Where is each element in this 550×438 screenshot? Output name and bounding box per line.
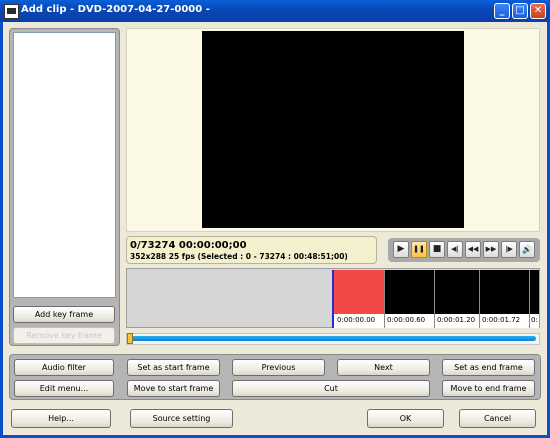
- next-button[interactable]: Next: [337, 359, 430, 376]
- key-frame-list[interactable]: [13, 32, 116, 298]
- timeline-timestamp: 0:00:00.60: [387, 316, 426, 324]
- timeline-timestamp: 0:00:01.20: [437, 316, 476, 324]
- source-setting-button[interactable]: Source setting: [130, 409, 233, 428]
- timeline-thumbnail-selected[interactable]: [334, 270, 384, 314]
- previous-frame-icon[interactable]: ◀|: [447, 241, 463, 258]
- fast-forward-icon[interactable]: ▶▶: [483, 241, 499, 258]
- timeline-divider: [434, 270, 435, 328]
- timeline-timestamp: 0:: [531, 316, 538, 324]
- timeline-thumbnail[interactable]: [530, 270, 539, 314]
- set-start-frame-button[interactable]: Set as start frame: [127, 359, 220, 376]
- timeline-timestamp: 0:00:00.00: [337, 316, 376, 324]
- maximize-button[interactable]: □: [512, 3, 528, 19]
- timeline-divider: [479, 270, 480, 328]
- minimize-button[interactable]: _: [494, 3, 510, 19]
- slider-thumb[interactable]: [127, 333, 133, 344]
- slider-fill: [130, 336, 536, 341]
- title-bar: Add clip - DVD-2007-04-27-0000 - _ □ ✕: [0, 0, 550, 22]
- edit-menu-button[interactable]: Edit menu...: [14, 380, 114, 397]
- app-icon: [4, 4, 19, 19]
- audio-filter-button[interactable]: Audio filter: [14, 359, 114, 376]
- timeline-divider: [384, 270, 385, 328]
- timeline-divider: [529, 270, 530, 328]
- clip-details: 352x288 25 fps (Selected : 0 - 73274 : 0…: [130, 252, 348, 261]
- rewind-icon[interactable]: ◀◀: [465, 241, 481, 258]
- move-to-end-frame-button[interactable]: Move to end frame: [442, 380, 535, 397]
- move-to-start-frame-button[interactable]: Move to start frame: [127, 380, 220, 397]
- previous-button[interactable]: Previous: [232, 359, 325, 376]
- set-end-frame-button[interactable]: Set as end frame: [442, 359, 535, 376]
- timeline-cursor[interactable]: [332, 270, 334, 328]
- cancel-button[interactable]: Cancel: [459, 409, 536, 428]
- remove-key-frame-button[interactable]: Remove key frame: [13, 327, 115, 344]
- timeline-timestamp: 0:00:01.72: [482, 316, 521, 324]
- video-preview: [202, 31, 464, 228]
- stop-icon[interactable]: ■: [429, 241, 445, 258]
- add-key-frame-button[interactable]: Add key frame: [13, 306, 115, 323]
- ok-button[interactable]: OK: [367, 409, 444, 428]
- timeline-thumbnail[interactable]: [385, 270, 434, 314]
- frame-position: 0/73274 00:00:00;00: [130, 240, 247, 251]
- close-button[interactable]: ✕: [530, 3, 546, 19]
- volume-icon[interactable]: 🔊: [519, 241, 535, 258]
- timeline-thumbnail[interactable]: [480, 270, 529, 314]
- play-icon[interactable]: ▶: [393, 241, 409, 258]
- help-button[interactable]: Help...: [11, 409, 111, 428]
- window-title: Add clip - DVD-2007-04-27-0000 -: [21, 4, 210, 15]
- pause-icon[interactable]: ❚❚: [411, 241, 427, 258]
- next-frame-icon[interactable]: |▶: [501, 241, 517, 258]
- cut-button[interactable]: Cut: [232, 380, 430, 397]
- timeline-thumbnail[interactable]: [435, 270, 479, 314]
